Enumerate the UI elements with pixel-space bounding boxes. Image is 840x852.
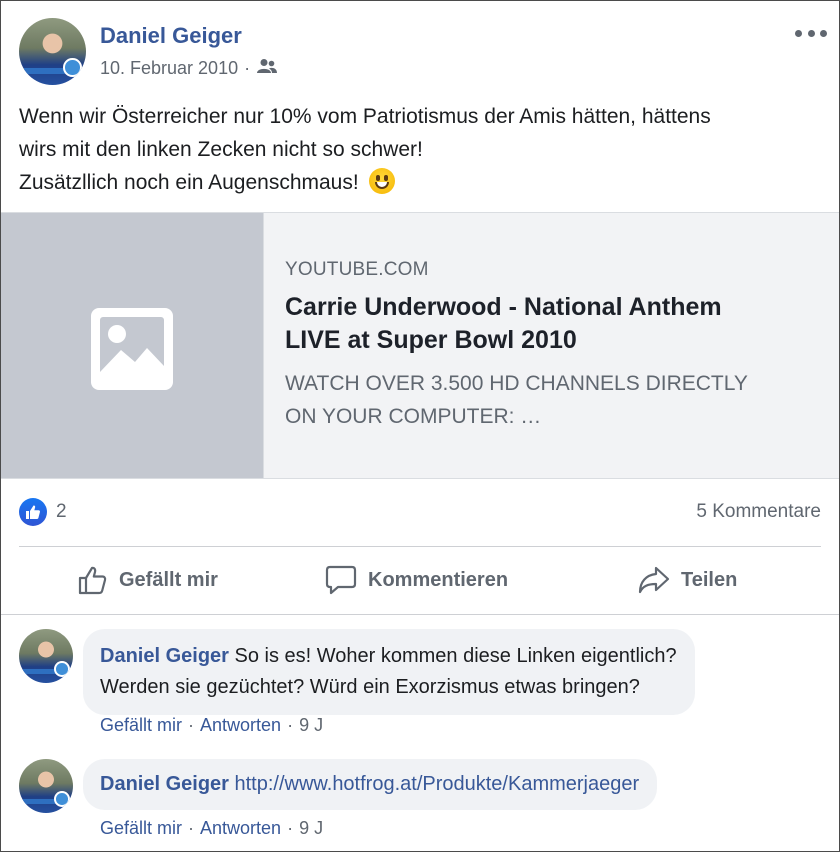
comment-bubble: Daniel Geiger So is es! Woher kommen die…: [83, 629, 695, 715]
commenter-avatar[interactable]: [19, 759, 73, 813]
comment-text-line: So is es! Woher kommen diese Linken eige…: [234, 645, 677, 667]
post-text-line-content: Zusätzllich noch ein Augenschmaus!: [19, 171, 359, 194]
author-avatar[interactable]: [19, 18, 86, 85]
link-domain: YOUTUBE.COM: [285, 259, 429, 280]
link-title-line: LIVE at Super Bowl 2010: [285, 326, 577, 354]
share-icon: [638, 566, 670, 594]
author-name[interactable]: Daniel Geiger: [100, 23, 242, 49]
comment-button[interactable]: Kommentieren: [324, 547, 508, 613]
post-text-line: Zusätzllich noch ein Augenschmaus!: [19, 166, 819, 199]
commenter-name[interactable]: Daniel Geiger: [100, 773, 229, 795]
link-title-line: Carrie Underwood - National Anthem: [285, 293, 722, 321]
comment-button-label: Kommentieren: [368, 568, 509, 591]
more-options-icon[interactable]: [795, 23, 827, 43]
comment-timestamp[interactable]: 9 J: [299, 715, 323, 735]
comment-text-line: Werden sie gezüchtet? Würd ein Exorzismu…: [100, 676, 640, 698]
link-description: WATCH OVER 3.500 HD CHANNELS DIRECTLY ON…: [285, 367, 825, 433]
comment-icon: [325, 565, 357, 595]
link-description-line: WATCH OVER 3.500 HD CHANNELS DIRECTLY: [285, 372, 748, 395]
post-text: Wenn wir Österreicher nur 10% vom Patrio…: [19, 100, 819, 199]
comment-count[interactable]: 5 Kommentare: [696, 501, 821, 523]
thumbs-up-icon: [78, 566, 107, 595]
action-bar: Gefällt mir Kommentieren Teilen: [1, 547, 839, 613]
comment-actions: Gefällt mir · Antworten · 9 J: [100, 818, 324, 838]
like-button-label: Gefällt mir: [119, 568, 218, 591]
comment-timestamp[interactable]: 9 J: [299, 818, 323, 838]
reactions-summary[interactable]: 2: [19, 497, 67, 527]
share-button-label: Teilen: [681, 568, 738, 591]
post-date[interactable]: 10. Februar 2010: [100, 58, 238, 79]
image-placeholder-icon: [1, 213, 264, 478]
post-card: Daniel Geiger 10. Februar 2010 · Wenn wi…: [0, 0, 840, 852]
divider: [1, 614, 839, 615]
post-text-line: wirs mit den linken Zecken nicht so schw…: [19, 138, 423, 161]
comment-reply-link[interactable]: Antworten: [200, 818, 281, 838]
comment-actions: Gefällt mir · Antworten · 9 J: [100, 715, 324, 735]
like-count: 2: [56, 501, 67, 522]
link-title[interactable]: Carrie Underwood - National Anthem LIVE …: [285, 291, 825, 357]
link-description-line: ON YOUR COMPUTER: …: [285, 405, 542, 428]
comment-like-link[interactable]: Gefällt mir: [100, 715, 182, 735]
grinning-face-emoji: [368, 168, 395, 194]
post-meta: 10. Februar 2010 ·: [100, 58, 278, 79]
like-button[interactable]: Gefällt mir: [77, 547, 218, 613]
link-preview[interactable]: YOUTUBE.COM Carrie Underwood - National …: [1, 212, 839, 479]
comment-link[interactable]: http://www.hotfrog.at/Produkte/Kammerjae…: [235, 773, 640, 795]
friends-icon[interactable]: [256, 58, 278, 79]
meta-separator: ·: [244, 58, 251, 78]
commenter-avatar[interactable]: [19, 629, 73, 683]
post-text-line: Wenn wir Österreicher nur 10% vom Patrio…: [19, 105, 711, 128]
link-body: YOUTUBE.COM Carrie Underwood - National …: [285, 259, 825, 433]
comment-like-link[interactable]: Gefällt mir: [100, 818, 182, 838]
share-button[interactable]: Teilen: [637, 547, 737, 613]
commenter-name[interactable]: Daniel Geiger: [100, 645, 229, 667]
like-reaction-icon: [19, 498, 47, 526]
comment-reply-link[interactable]: Antworten: [200, 715, 281, 735]
comment-bubble: Daniel Geiger http://www.hotfrog.at/Prod…: [83, 759, 658, 810]
